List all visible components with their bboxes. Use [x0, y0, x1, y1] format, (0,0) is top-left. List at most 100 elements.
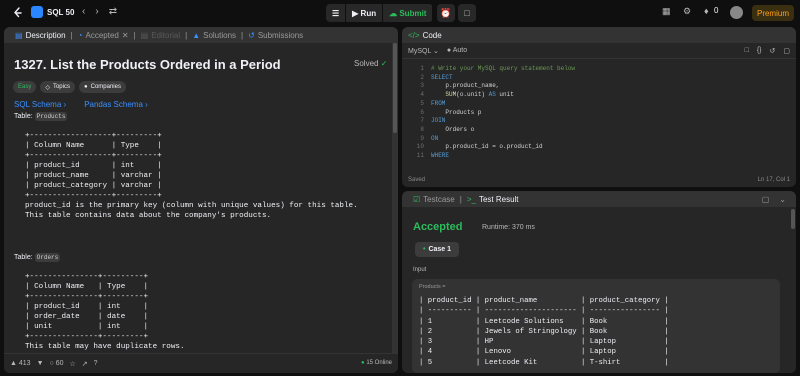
- sql-schema-link[interactable]: SQL Schema ›: [14, 100, 66, 109]
- orders-table-name: Orders: [34, 253, 61, 262]
- top-bar: SQL 50 ‹ › ⇄ ☰ ▶ Run ☁ Submit ⏰ □ ▦ ⚙ ♦ …: [0, 0, 800, 26]
- expand-icon[interactable]: ▢: [762, 195, 770, 204]
- tab-accepted[interactable]: ◔ Accepted ✕: [73, 27, 134, 43]
- solved-label: Solved: [354, 59, 379, 68]
- help-icon[interactable]: ?: [94, 360, 98, 367]
- tab-accepted-label: Accepted: [85, 30, 119, 40]
- reset-icon[interactable]: ↺: [770, 47, 776, 55]
- table-prefix: Table:: [14, 254, 33, 261]
- comment-count: 60: [55, 360, 64, 367]
- format-braces-icon[interactable]: {}: [757, 47, 762, 55]
- pandas-schema-label: Pandas Schema: [84, 100, 143, 109]
- companies-chip[interactable]: ● Companies: [78, 81, 126, 93]
- tab-testcase[interactable]: ☑ Testcase: [408, 191, 460, 207]
- problem-list-icon: [31, 6, 43, 18]
- comment-icon: ○: [49, 360, 54, 367]
- orders-schema: +---------------+---------+ | Column Nam…: [25, 273, 185, 351]
- prev-problem-icon[interactable]: ‹: [82, 6, 85, 17]
- leetcode-logo-icon[interactable]: [12, 7, 24, 19]
- line-numbers: 1 2 3 4 5 6 7 8 9 10 11: [402, 65, 424, 161]
- tab-test-result[interactable]: >_ Test Result: [462, 191, 524, 207]
- line-number: 7: [420, 117, 424, 125]
- runtime: Runtime: 370 ms: [482, 224, 535, 231]
- line-number: 9: [420, 134, 424, 142]
- comments-button[interactable]: ○ 60: [50, 360, 64, 367]
- test-scrollbar[interactable]: [790, 207, 796, 373]
- bookmark-icon[interactable]: □: [745, 47, 749, 55]
- terminal-icon: >_: [466, 194, 476, 204]
- chevron-down-icon: ⌄: [433, 47, 439, 55]
- streak-fire-icon[interactable]: ♦: [704, 6, 709, 16]
- auto-toggle[interactable]: ● Auto: [447, 47, 467, 54]
- close-icon[interactable]: ✕: [122, 31, 129, 40]
- settings-gear-icon[interactable]: ⚙: [683, 6, 691, 17]
- case-1-tab[interactable]: • Case 1: [415, 242, 460, 257]
- thumbs-up-icon: ▲: [10, 360, 17, 367]
- description-icon: ▤: [15, 30, 23, 40]
- saved-status: Saved: [408, 176, 426, 183]
- line-number: 4: [420, 91, 424, 99]
- line-number: 8: [420, 125, 424, 133]
- layout-icon[interactable]: ▦: [662, 6, 671, 17]
- debug-button[interactable]: ☰: [326, 4, 347, 22]
- problem-list-label: SQL 50: [47, 7, 75, 17]
- run-button[interactable]: ▶ Run: [346, 4, 384, 22]
- share-icon[interactable]: ↗: [82, 360, 88, 368]
- description-tabs: ▤ Description | ◔ Accepted ✕ | ▤ Editorial |…: [4, 27, 398, 43]
- products-table-label: Table: Products: [14, 112, 68, 121]
- page-title: 1327. List the Products Ordered in a Per…: [14, 57, 281, 72]
- play-icon: ▶: [352, 8, 361, 18]
- solved-status: Solved ✓: [354, 59, 387, 68]
- tag-icon: ◇: [45, 84, 50, 91]
- next-problem-icon[interactable]: ›: [95, 6, 98, 17]
- submit-button[interactable]: ☁ Submit: [383, 4, 434, 22]
- fullscreen-icon[interactable]: ▢: [783, 47, 790, 55]
- like-count: 413: [18, 360, 31, 367]
- problem-list-button[interactable]: SQL 50: [31, 6, 74, 18]
- auto-label: Auto: [452, 47, 468, 54]
- pass-dot-icon: •: [423, 246, 426, 253]
- scroll-thumb[interactable]: [393, 43, 397, 133]
- products-input-label: Products =: [419, 284, 446, 290]
- products-input-table: | product_id | product_name | product_ca…: [419, 297, 669, 367]
- history-icon: ↺: [248, 30, 255, 40]
- difficulty-badge: Easy: [13, 81, 37, 93]
- code-editor[interactable]: # Write your MySQL query statement below…: [431, 65, 575, 161]
- tab-solutions[interactable]: ▲ Solutions: [187, 27, 241, 43]
- scroll-thumb[interactable]: [791, 209, 795, 229]
- check-circle-icon: ✓: [380, 59, 388, 68]
- shuffle-icon[interactable]: ⇄: [109, 6, 117, 17]
- alarm-clock-icon: ⏰: [440, 7, 452, 18]
- case-label: Case 1: [428, 246, 452, 253]
- like-button[interactable]: ▲ 413: [10, 360, 31, 367]
- description-scrollbar[interactable]: [392, 43, 398, 353]
- input-box: Products = | product_id | product_name |…: [412, 279, 780, 373]
- line-number: 11: [416, 152, 424, 160]
- clock-icon: ◔: [77, 30, 83, 40]
- products-schema: +------------------+---------+ | Column …: [25, 132, 358, 220]
- lock-icon: ●: [83, 84, 88, 90]
- tab-description[interactable]: ▤ Description: [10, 27, 71, 43]
- premium-button[interactable]: Premium: [752, 5, 794, 21]
- tab-submissions-label: Submissions: [257, 30, 304, 40]
- streak-count: 0: [714, 6, 719, 15]
- topics-chip[interactable]: ◇ Topics: [40, 81, 75, 93]
- lock-icon: ●: [446, 47, 452, 54]
- tab-submissions[interactable]: ↺ Submissions: [243, 27, 308, 43]
- favorite-star-icon[interactable]: ☆: [70, 360, 76, 368]
- dislike-button[interactable]: ▼: [37, 360, 44, 367]
- timer-button[interactable]: ⏰: [437, 4, 455, 22]
- pandas-schema-link[interactable]: Pandas Schema ›: [84, 100, 148, 109]
- editorial-icon: ▤: [140, 30, 149, 40]
- editor-status-bar: Saved Ln 17, Col 1: [402, 172, 796, 187]
- notes-button[interactable]: □: [458, 4, 476, 22]
- collapse-icon[interactable]: ⌄: [779, 195, 786, 204]
- language-select[interactable]: MySQL ⌄: [408, 47, 439, 55]
- run-toolbar: ☰ ▶ Run ☁ Submit: [326, 4, 434, 22]
- avatar[interactable]: [730, 6, 743, 19]
- tab-editorial[interactable]: ▤ Editorial: [136, 27, 185, 43]
- checkbox-icon: ☑: [413, 194, 421, 204]
- code-title: Code: [422, 30, 442, 40]
- line-number: 2: [420, 73, 424, 81]
- line-number: 1: [420, 65, 424, 72]
